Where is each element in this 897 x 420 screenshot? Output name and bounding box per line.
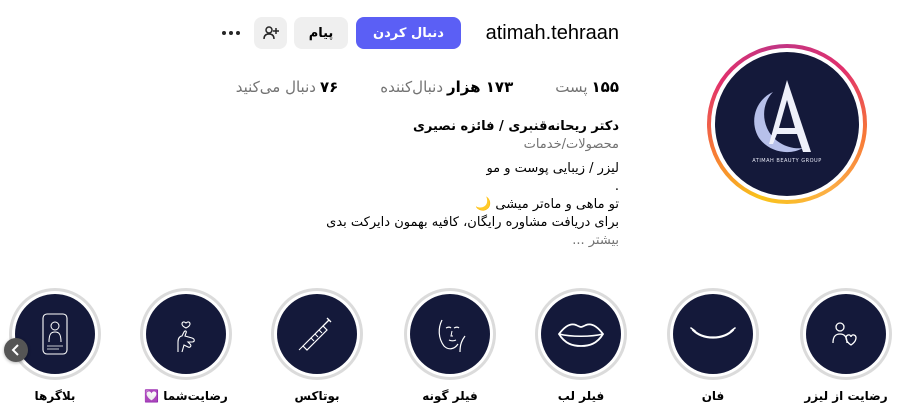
highlight-cover xyxy=(806,294,886,374)
bio-line: تو ماهی و ماه‌تر میشی 🌙 xyxy=(475,197,619,212)
highlight-label: رضایت از لیزر xyxy=(804,389,888,403)
bio-line: لیزر / زیبایی پوست و مو xyxy=(486,161,619,176)
story-highlights: رضایت از لیزر فان فیلر لب فیلر گونه بوتا… xyxy=(0,288,897,420)
highlight-cover xyxy=(15,294,95,374)
highlight-label: فیلر گونه xyxy=(422,389,478,403)
highlight-ring xyxy=(404,288,496,380)
bio-more-link[interactable]: بیشتر ... xyxy=(259,232,619,250)
face-icon xyxy=(438,319,466,353)
finger-heart-icon xyxy=(177,321,195,353)
dot xyxy=(222,31,226,35)
highlight-cover xyxy=(277,294,357,374)
highlight-label: بلاگرها xyxy=(34,389,76,403)
posts-stat: ۱۵۵ پست xyxy=(555,78,619,96)
avatar-brand-text: ATIMAH BEAUTY GROUP xyxy=(752,158,822,164)
posts-label: پست xyxy=(555,78,588,96)
lips-icon xyxy=(557,323,605,347)
highlight-ring xyxy=(9,288,101,380)
syringe-icon xyxy=(298,317,332,351)
highlight-label: فان xyxy=(701,389,725,403)
chevron-left-icon xyxy=(11,344,19,356)
followers-label: دنبال‌کننده xyxy=(380,78,444,96)
highlight-cover xyxy=(410,294,490,374)
blogger-icon xyxy=(42,313,68,355)
highlight-label: فیلر لب xyxy=(557,389,605,403)
highlight-cover xyxy=(541,294,621,374)
following-stat[interactable]: ۷۶ دنبال می‌کنید xyxy=(236,78,339,96)
highlight-item[interactable]: بوتاکس xyxy=(271,288,363,403)
highlight-ring xyxy=(800,288,892,380)
posts-count: ۱۵۵ xyxy=(591,78,619,96)
scroll-left-button[interactable] xyxy=(4,338,28,362)
highlight-ring xyxy=(140,288,232,380)
message-button[interactable]: پیام xyxy=(294,17,348,49)
suggest-user-button[interactable] xyxy=(254,17,287,49)
highlight-gap xyxy=(407,291,493,377)
highlight-label: بوتاکس xyxy=(294,389,340,403)
highlight-cover xyxy=(673,294,753,374)
highlight-gap xyxy=(538,291,624,377)
bio-line: برای دریافت مشاوره رایگان، کافیه بهمون د… xyxy=(326,215,619,230)
highlight-item[interactable]: رضایت از لیزر xyxy=(800,288,892,403)
highlight-gap xyxy=(803,291,889,377)
following-label: دنبال می‌کنید xyxy=(235,78,316,96)
highlight-item[interactable]: رضایت‌شما 💟 xyxy=(140,288,232,403)
highlight-ring xyxy=(535,288,627,380)
following-count: ۷۶ xyxy=(319,78,339,96)
highlight-cover xyxy=(146,294,226,374)
profile-bio: دکتر ریحانه‌قنبری / فائزه نصیری محصولات/… xyxy=(259,118,619,250)
highlight-gap xyxy=(670,291,756,377)
avatar-image: ATIMAH BEAUTY GROUP xyxy=(715,52,859,196)
profile-stats: ۷۶ دنبال می‌کنید ۱۷۳ هزار دنبال‌کننده ۱۵… xyxy=(236,78,619,96)
highlight-gap xyxy=(12,291,98,377)
profile-full-name: دکتر ریحانه‌قنبری / فائزه نصیری xyxy=(412,119,619,134)
highlight-item[interactable]: فیلر گونه xyxy=(404,288,496,403)
highlight-item[interactable]: فیلر لب xyxy=(535,288,627,403)
more-options-icon[interactable] xyxy=(218,21,244,45)
username: atimah.tehraan xyxy=(485,22,619,44)
atimah-logo xyxy=(754,80,811,153)
hands-heart-icon xyxy=(832,322,857,346)
highlight-gap xyxy=(143,291,229,377)
avatar-gap: ATIMAH BEAUTY GROUP xyxy=(711,48,863,200)
smile-icon xyxy=(690,327,736,339)
follow-button[interactable]: دنبال کردن xyxy=(356,17,461,49)
dot xyxy=(236,31,240,35)
highlight-gap xyxy=(274,291,360,377)
bio-line: . xyxy=(614,179,619,194)
highlight-ring xyxy=(667,288,759,380)
followers-stat[interactable]: ۱۷۳ هزار دنبال‌کننده xyxy=(380,78,513,96)
highlight-label: رضایت‌شما 💟 xyxy=(144,389,228,403)
highlight-ring xyxy=(271,288,363,380)
profile-avatar[interactable]: ATIMAH BEAUTY GROUP xyxy=(707,44,867,204)
followers-count: ۱۷۳ هزار xyxy=(447,78,514,96)
dot xyxy=(229,31,233,35)
person-add-icon xyxy=(262,26,279,40)
profile-category: محصولات/خدمات xyxy=(523,137,619,152)
highlight-item[interactable]: فان xyxy=(667,288,759,403)
